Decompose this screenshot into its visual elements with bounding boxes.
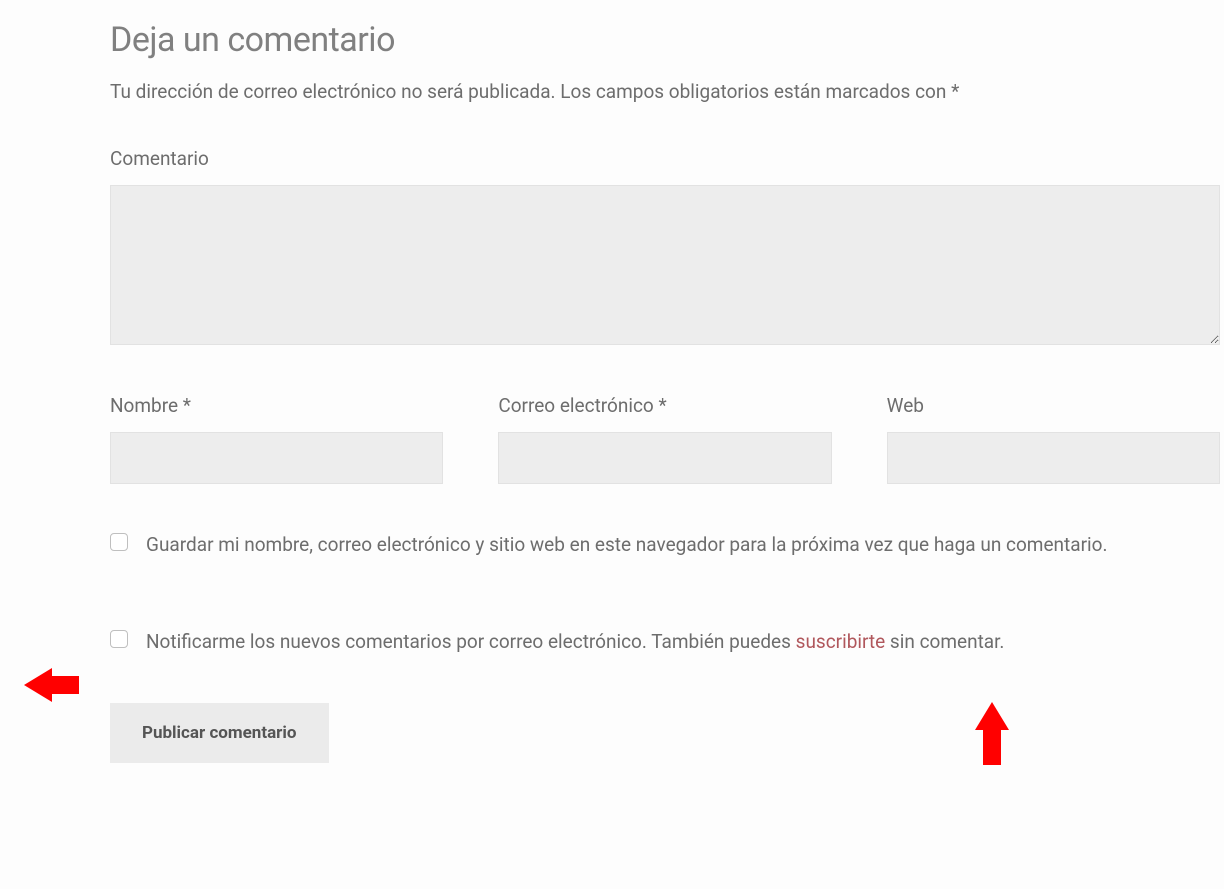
- comment-form-container: Deja un comentario Tu dirección de corre…: [110, 20, 1220, 763]
- form-notes: Tu dirección de correo electrónico no se…: [110, 78, 1220, 107]
- save-info-label: Guardar mi nombre, correo electrónico y …: [146, 529, 1108, 561]
- notify-label: Notificarme los nuevos comentarios por c…: [146, 626, 1004, 658]
- notify-text-before: Notificarme los nuevos comentarios por c…: [146, 630, 796, 653]
- name-label: Nombre *: [110, 394, 443, 417]
- comment-textarea[interactable]: [110, 185, 1220, 345]
- form-title: Deja un comentario: [110, 20, 1220, 60]
- comment-label: Comentario: [110, 147, 1220, 170]
- subscribe-link[interactable]: suscribirte: [796, 630, 886, 653]
- save-info-row: Guardar mi nombre, correo electrónico y …: [110, 529, 1220, 561]
- notify-row: Notificarme los nuevos comentarios por c…: [110, 626, 1220, 658]
- web-input[interactable]: [887, 432, 1220, 484]
- web-label: Web: [887, 394, 1220, 417]
- name-field-group: Nombre *: [110, 394, 443, 484]
- notify-text-after: sin comentar.: [885, 630, 1004, 653]
- fields-row: Nombre * Correo electrónico * Web: [110, 394, 1220, 484]
- email-input[interactable]: [498, 432, 831, 484]
- annotation-arrow-up-icon: [975, 702, 1009, 730]
- email-field-group: Correo electrónico *: [498, 394, 831, 484]
- save-info-checkbox[interactable]: [110, 533, 128, 551]
- email-label: Correo electrónico *: [498, 394, 831, 417]
- web-field-group: Web: [887, 394, 1220, 484]
- name-input[interactable]: [110, 432, 443, 484]
- submit-button[interactable]: Publicar comentario: [110, 703, 329, 763]
- notify-checkbox[interactable]: [110, 630, 128, 648]
